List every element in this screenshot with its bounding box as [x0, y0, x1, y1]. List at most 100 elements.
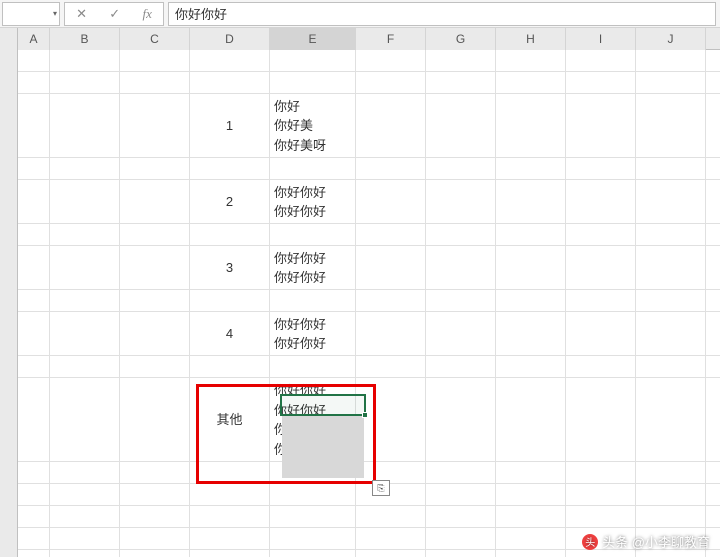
- row-header[interactable]: [0, 158, 18, 180]
- col-header[interactable]: I: [566, 28, 636, 50]
- cell[interactable]: [566, 312, 636, 356]
- row-header[interactable]: [0, 462, 18, 484]
- cell[interactable]: [120, 484, 190, 506]
- cell[interactable]: [18, 528, 50, 550]
- row-header[interactable]: [0, 528, 18, 550]
- cell[interactable]: [18, 246, 50, 290]
- cell[interactable]: [426, 290, 496, 312]
- cell[interactable]: [426, 180, 496, 224]
- cell[interactable]: [270, 528, 356, 550]
- row-header[interactable]: [0, 246, 18, 290]
- row-header[interactable]: [0, 484, 18, 506]
- cell[interactable]: [496, 72, 566, 94]
- spreadsheet-grid[interactable]: A B C D E F G H I J 1你好 你好美 你好美呀2你好你好 你好…: [0, 28, 720, 557]
- cell[interactable]: [566, 72, 636, 94]
- col-header[interactable]: G: [426, 28, 496, 50]
- cell[interactable]: [18, 50, 50, 72]
- cell[interactable]: [566, 94, 636, 158]
- cell[interactable]: [566, 462, 636, 484]
- cell[interactable]: [120, 462, 190, 484]
- cell[interactable]: [120, 506, 190, 528]
- cell[interactable]: [120, 72, 190, 94]
- row-header[interactable]: [0, 94, 18, 158]
- cell[interactable]: [636, 180, 706, 224]
- cell[interactable]: [636, 462, 706, 484]
- cell[interactable]: [566, 550, 636, 557]
- col-header[interactable]: C: [120, 28, 190, 50]
- cell[interactable]: [190, 462, 270, 484]
- cell[interactable]: 你好你好 你好你好: [270, 246, 356, 290]
- row-header[interactable]: [0, 378, 18, 462]
- cell[interactable]: [566, 224, 636, 246]
- cell[interactable]: [566, 180, 636, 224]
- cell[interactable]: [356, 246, 426, 290]
- cell[interactable]: [18, 224, 50, 246]
- cell[interactable]: [356, 378, 426, 462]
- cell[interactable]: [356, 158, 426, 180]
- col-header[interactable]: A: [18, 28, 50, 50]
- cell[interactable]: [120, 50, 190, 72]
- cell[interactable]: [18, 72, 50, 94]
- cell[interactable]: [636, 290, 706, 312]
- cell[interactable]: [426, 94, 496, 158]
- cell[interactable]: [50, 462, 120, 484]
- cell[interactable]: [120, 550, 190, 557]
- cell[interactable]: [50, 50, 120, 72]
- cell[interactable]: 4: [190, 312, 270, 356]
- cell[interactable]: [636, 378, 706, 462]
- cell[interactable]: [120, 290, 190, 312]
- cell[interactable]: [270, 72, 356, 94]
- cell[interactable]: [496, 484, 566, 506]
- row-header[interactable]: [0, 550, 18, 557]
- cell[interactable]: [50, 528, 120, 550]
- row-header[interactable]: [0, 50, 18, 72]
- cell[interactable]: 1: [190, 94, 270, 158]
- cell[interactable]: [190, 550, 270, 557]
- cell[interactable]: [120, 224, 190, 246]
- cell[interactable]: [120, 312, 190, 356]
- row-header[interactable]: [0, 506, 18, 528]
- cell[interactable]: [636, 50, 706, 72]
- cell[interactable]: [50, 312, 120, 356]
- cell[interactable]: [50, 224, 120, 246]
- cell[interactable]: [496, 312, 566, 356]
- col-header[interactable]: J: [636, 28, 706, 50]
- cell[interactable]: [496, 356, 566, 378]
- cell[interactable]: [50, 550, 120, 557]
- cell[interactable]: [566, 356, 636, 378]
- row-header[interactable]: [0, 290, 18, 312]
- cell[interactable]: [270, 550, 356, 557]
- cell[interactable]: [636, 158, 706, 180]
- col-header[interactable]: D: [190, 28, 270, 50]
- cell[interactable]: [270, 50, 356, 72]
- row-header[interactable]: [0, 180, 18, 224]
- row-header[interactable]: [0, 312, 18, 356]
- cell[interactable]: [496, 528, 566, 550]
- cell[interactable]: [636, 246, 706, 290]
- cell[interactable]: [356, 72, 426, 94]
- cell[interactable]: [636, 312, 706, 356]
- cell[interactable]: [270, 484, 356, 506]
- cell[interactable]: [50, 158, 120, 180]
- cell[interactable]: [496, 246, 566, 290]
- select-all-corner[interactable]: [0, 28, 18, 50]
- cancel-icon[interactable]: ✕: [72, 6, 91, 22]
- cell[interactable]: [270, 356, 356, 378]
- cell[interactable]: [426, 312, 496, 356]
- cell[interactable]: [426, 550, 496, 557]
- cell[interactable]: [426, 158, 496, 180]
- cell[interactable]: [356, 50, 426, 72]
- col-header[interactable]: B: [50, 28, 120, 50]
- cell[interactable]: [356, 528, 426, 550]
- cell[interactable]: [18, 290, 50, 312]
- cell[interactable]: [50, 290, 120, 312]
- cell[interactable]: [50, 72, 120, 94]
- cell[interactable]: [190, 506, 270, 528]
- cell[interactable]: [356, 224, 426, 246]
- cell[interactable]: [426, 378, 496, 462]
- cell[interactable]: [18, 158, 50, 180]
- cell[interactable]: 3: [190, 246, 270, 290]
- cell[interactable]: [190, 50, 270, 72]
- cell[interactable]: [190, 224, 270, 246]
- cell[interactable]: [496, 506, 566, 528]
